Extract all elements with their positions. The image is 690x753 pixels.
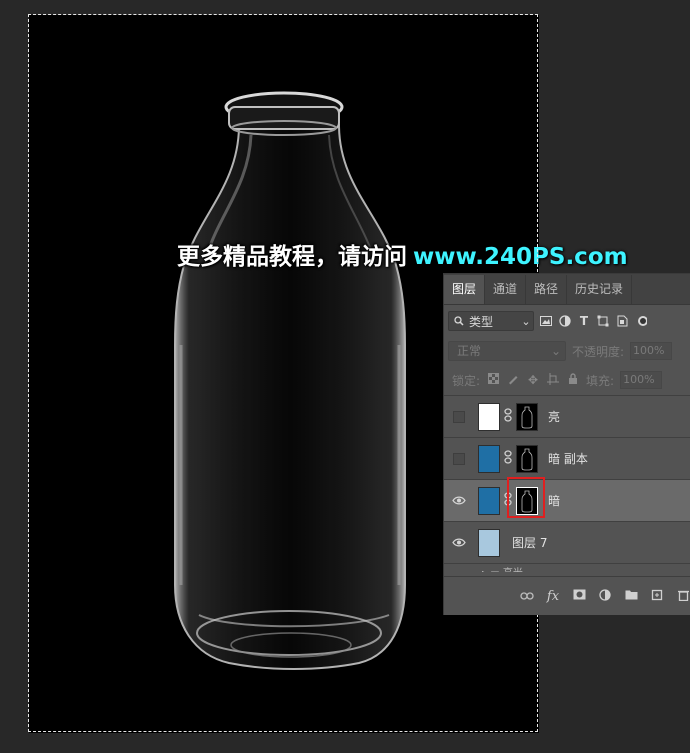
layer-list: 亮 暗 副本 暗 图层 7 (444, 396, 690, 572)
panel-footer: fx (444, 576, 690, 615)
mask-highlight-box (507, 477, 545, 518)
opacity-label: 不透明度: (572, 344, 625, 359)
fill-input[interactable]: 100% (620, 371, 663, 389)
lock-image-pixels-icon[interactable] (506, 373, 520, 388)
layer-mask-thumbnail[interactable] (516, 402, 538, 431)
eye-icon (452, 494, 466, 508)
lock-label: 锁定: (452, 373, 481, 388)
trash-icon[interactable] (676, 589, 690, 604)
layers-panel: 图层 通道 路径 历史记录 类型 ⌄ T 正常 ⌄ 不透明度: 100% 锁定:… (443, 273, 690, 615)
watermark-chinese: 更多精品教程，请访问 (177, 244, 407, 270)
visibility-off-box (453, 410, 465, 423)
lock-position-icon[interactable]: ✥ (526, 373, 540, 387)
watermark-text: 更多精品教程，请访问 www.240PS.com (177, 237, 628, 271)
search-icon (452, 314, 466, 328)
chain-link-icon[interactable] (502, 450, 514, 467)
filter-kind-label: 类型 (469, 314, 494, 329)
lock-transparent-pixels-icon[interactable] (486, 373, 500, 387)
adjustment-filter-icon[interactable] (558, 314, 572, 328)
watermark-url: www.240PS.com (413, 244, 628, 270)
tab-paths[interactable]: 路径 (526, 275, 568, 304)
filter-kind-select[interactable]: 类型 ⌄ (448, 311, 534, 331)
blend-mode-value: 正常 (457, 344, 482, 358)
layer-visibility-toggle[interactable] (444, 452, 474, 465)
chevron-down-icon: ⌄ (521, 314, 531, 328)
new-layer-icon[interactable] (650, 589, 664, 604)
filter-toggle-icon[interactable] (634, 314, 648, 328)
panel-tabs: 图层 通道 路径 历史记录 (444, 274, 690, 305)
fill-label: 填充: (586, 373, 615, 388)
layer-row[interactable]: 图层 7 (444, 522, 690, 564)
blend-mode-select[interactable]: 正常 ⌄ (448, 341, 566, 361)
lock-all-icon[interactable] (566, 372, 580, 388)
layer-name: 亮 (548, 410, 561, 424)
layer-name: 图层 7 (512, 536, 548, 550)
add-mask-icon[interactable] (572, 589, 586, 603)
eye-icon (452, 536, 466, 550)
layer-name: 暗 (548, 494, 561, 508)
layer-visibility-toggle[interactable] (444, 494, 474, 508)
layer-row[interactable]: 暗 副本 (444, 438, 690, 480)
partial-layer-row: ▸ ▭ 高光 (444, 564, 690, 572)
chain-link-icon[interactable] (502, 408, 514, 425)
lock-artboard-icon[interactable] (546, 372, 560, 388)
filter-row: 类型 ⌄ T (444, 305, 690, 337)
lock-row: 锁定: ✥ 填充: 100% (444, 365, 690, 396)
layer-visibility-toggle[interactable] (444, 410, 474, 423)
adjustment-layer-icon[interactable] (598, 588, 612, 604)
smart-object-filter-icon[interactable] (615, 314, 629, 328)
link-layers-icon[interactable] (520, 589, 534, 603)
tab-layers[interactable]: 图层 (444, 275, 486, 304)
shape-filter-icon[interactable] (596, 314, 610, 328)
chevron-down-icon: ⌄ (550, 344, 561, 358)
fx-icon[interactable]: fx (546, 589, 560, 604)
layer-mask-thumbnail[interactable] (516, 444, 538, 473)
layer-thumbnail (478, 486, 500, 515)
blend-row: 正常 ⌄ 不透明度: 100% (444, 337, 690, 365)
type-filter-icon[interactable]: T (577, 314, 591, 328)
visibility-off-box (453, 452, 465, 465)
layer-thumbnail (478, 444, 500, 473)
new-group-icon[interactable] (624, 589, 638, 603)
layer-row-selected[interactable]: 暗 (444, 477, 690, 522)
layer-thumbnail (478, 528, 500, 557)
layer-row[interactable]: 亮 (444, 396, 690, 438)
tab-channels[interactable]: 通道 (485, 275, 527, 304)
tab-history[interactable]: 历史记录 (567, 275, 633, 304)
image-filter-icon[interactable] (539, 314, 553, 328)
layer-visibility-toggle[interactable] (444, 536, 474, 550)
layer-thumbnail (478, 402, 500, 431)
opacity-input[interactable]: 100% (630, 342, 673, 360)
layer-name: 暗 副本 (548, 452, 588, 466)
